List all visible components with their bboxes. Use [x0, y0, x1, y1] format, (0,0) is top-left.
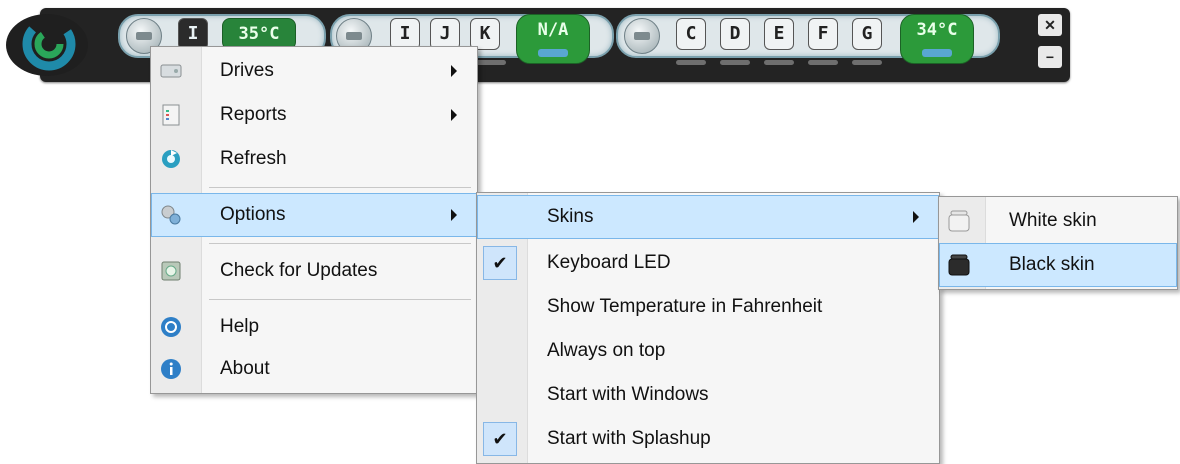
- submenu-arrow-icon: [451, 209, 457, 221]
- activity-indicator: [476, 60, 506, 65]
- menu-item-label: Show Temperature in Fahrenheit: [547, 296, 823, 317]
- menu-item-options[interactable]: Options: [151, 193, 477, 237]
- menu-item-start-with-windows[interactable]: Start with Windows: [477, 373, 939, 417]
- menu-separator: [209, 299, 471, 300]
- temperature-readout-2[interactable]: 34°C: [900, 14, 974, 64]
- activity-indicator: [852, 60, 882, 65]
- submenu-arrow-icon: [451, 109, 457, 121]
- menu-item-label: Skins: [547, 206, 594, 227]
- menu-item-refresh[interactable]: Refresh: [151, 137, 477, 181]
- menu-item-label: Black skin: [1009, 254, 1095, 275]
- info-icon: [159, 357, 183, 381]
- menu-item-keyboard-led[interactable]: ✔ Keyboard LED: [477, 241, 939, 285]
- menu-item-label: Help: [220, 316, 260, 337]
- na-readout[interactable]: N/A: [516, 14, 590, 64]
- menu-item-label: Refresh: [220, 148, 287, 169]
- skins-submenu: White skin Black skin: [938, 196, 1178, 290]
- activity-indicator: [764, 60, 794, 65]
- menu-item-label: Start with Splashup: [547, 428, 711, 449]
- hard-drive-icon: [624, 18, 660, 54]
- menu-item-label: Reports: [220, 104, 287, 125]
- menu-item-label: Drives: [220, 60, 274, 81]
- submenu-arrow-icon: [451, 65, 457, 77]
- refresh-icon: [159, 147, 183, 171]
- menu-item-always-on-top[interactable]: Always on top: [477, 329, 939, 373]
- context-menu: Drives Reports Refresh Options Check for…: [150, 46, 478, 394]
- menu-item-label: Keyboard LED: [547, 252, 671, 273]
- dropdown-indicator-icon[interactable]: [922, 49, 952, 57]
- options-submenu: Skins ✔ Keyboard LED Show Temperature in…: [476, 192, 940, 464]
- menu-item-label: Always on top: [547, 340, 666, 361]
- menu-item-label: White skin: [1009, 210, 1097, 231]
- menu-separator: [209, 243, 471, 244]
- black-skin-icon: [947, 253, 971, 277]
- menu-item-label: Check for Updates: [220, 260, 378, 281]
- menu-item-label: About: [220, 358, 270, 379]
- menu-item-check-for-updates[interactable]: Check for Updates: [151, 249, 477, 293]
- update-icon: [159, 259, 183, 283]
- drive-key-d[interactable]: D: [720, 18, 750, 50]
- app-logo-icon[interactable]: [6, 14, 88, 76]
- menu-item-help[interactable]: Help: [151, 305, 477, 349]
- menu-item-black-skin[interactable]: Black skin: [939, 243, 1177, 287]
- na-label: N/A: [537, 20, 569, 40]
- white-skin-icon: [947, 209, 971, 233]
- gear-icon: [159, 203, 183, 227]
- menu-item-reports[interactable]: Reports: [151, 93, 477, 137]
- dropdown-indicator-icon[interactable]: [538, 49, 568, 57]
- temperature-label-2: 34°C: [916, 20, 958, 40]
- activity-indicator: [676, 60, 706, 65]
- minimize-button[interactable]: −: [1038, 46, 1062, 68]
- drive-key-f[interactable]: F: [808, 18, 838, 50]
- drive-key-c[interactable]: C: [676, 18, 706, 50]
- menu-item-start-with-splashup[interactable]: ✔ Start with Splashup: [477, 417, 939, 461]
- drive-key-g[interactable]: G: [852, 18, 882, 50]
- menu-item-label: Start with Windows: [547, 384, 709, 405]
- report-icon: [159, 103, 183, 127]
- close-button[interactable]: ✕: [1038, 14, 1062, 36]
- menu-item-drives[interactable]: Drives: [151, 49, 477, 93]
- checkmark-icon: ✔: [483, 422, 517, 456]
- drive-key-e[interactable]: E: [764, 18, 794, 50]
- submenu-arrow-icon: [913, 211, 919, 223]
- menu-item-label: Options: [220, 204, 286, 225]
- menu-separator: [209, 187, 471, 188]
- drive-icon: [159, 59, 183, 83]
- menu-item-about[interactable]: About: [151, 347, 477, 391]
- help-icon: [159, 315, 183, 339]
- checkmark-icon: ✔: [483, 246, 517, 280]
- menu-item-show-temperature-fahrenheit[interactable]: Show Temperature in Fahrenheit: [477, 285, 939, 329]
- activity-indicator: [808, 60, 838, 65]
- menu-item-skins[interactable]: Skins: [477, 195, 939, 239]
- activity-indicator: [720, 60, 750, 65]
- menu-item-white-skin[interactable]: White skin: [939, 199, 1177, 243]
